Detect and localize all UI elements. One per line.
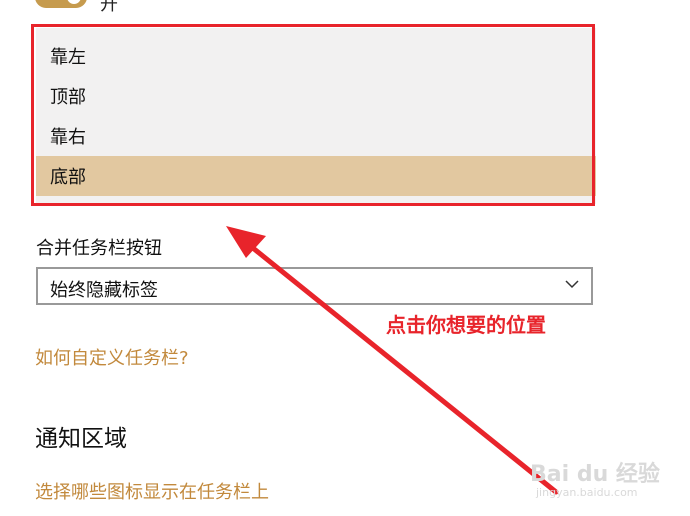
annotation-text: 点击你想要的位置 — [386, 313, 546, 337]
chevron-down-icon — [565, 280, 579, 289]
taskbar-position-dropdown-list: 靠左 顶部 靠右 底部 — [36, 28, 596, 204]
combine-buttons-select[interactable]: 始终隐藏标签 — [36, 267, 593, 305]
watermark-logo: Bai du 经验 — [530, 462, 660, 487]
combine-buttons-label: 合并任务栏按钮 — [36, 238, 162, 259]
customize-taskbar-link[interactable]: 如何自定义任务栏? — [35, 344, 189, 370]
dropdown-item-left[interactable]: 靠左 — [36, 36, 596, 76]
watermark-url: jingyan.baidu.com — [536, 486, 638, 499]
dropdown-item-top[interactable]: 顶部 — [36, 76, 596, 116]
combine-buttons-value: 始终隐藏标签 — [50, 280, 158, 301]
toggle-switch[interactable] — [35, 0, 87, 8]
dropdown-item-bottom[interactable]: 底部 — [36, 156, 596, 196]
toggle-state-label: 开 — [100, 0, 118, 15]
select-icons-link[interactable]: 选择哪些图标显示在任务栏上 — [35, 478, 269, 504]
notification-area-heading: 通知区域 — [35, 426, 127, 452]
dropdown-item-right[interactable]: 靠右 — [36, 116, 596, 156]
toggle-knob — [67, 0, 81, 4]
